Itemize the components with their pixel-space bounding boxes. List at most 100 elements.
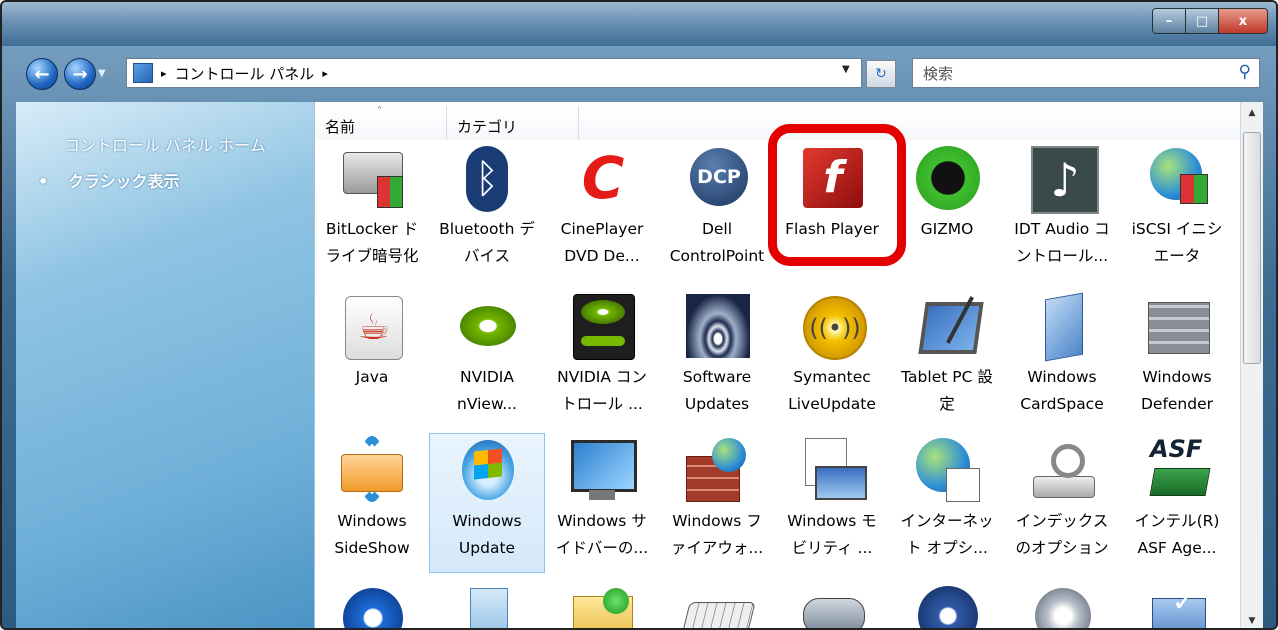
item-label-line1: Dell (701, 220, 733, 238)
recent-pages-dropdown[interactable]: ▼ (98, 68, 106, 79)
item-label-line2: DVD De... (564, 247, 640, 265)
title-bar: – □ x (2, 2, 1276, 46)
control-panel-item[interactable]: インターネット オプシ... (890, 434, 1004, 572)
control-panel-item[interactable] (430, 580, 544, 628)
control-panel-item[interactable]: BitLocker ドライブ暗号化 (315, 142, 429, 280)
control-panel-item[interactable]: NVIDIA nView... (430, 290, 544, 428)
item-label-line1: インターネッ (900, 512, 994, 530)
control-panel-item[interactable]: NVIDIA コン トロール ... (545, 290, 659, 428)
cineplayer-icon: C (581, 144, 625, 212)
classic-view-label: クラシック表示 (67, 172, 180, 191)
maximize-button[interactable]: □ (1186, 9, 1219, 33)
item-label-line2: 定 (939, 395, 955, 413)
item-label-line2: ントロール... (1015, 247, 1109, 265)
vertical-scrollbar[interactable]: ▲ ▼ (1240, 102, 1263, 628)
search-box[interactable]: 検索 ⚲ (912, 58, 1260, 88)
control-panel-item[interactable]: Windows サイドバーの... (545, 434, 659, 572)
control-panel-item[interactable] (1005, 580, 1119, 628)
back-button[interactable]: ← (26, 58, 58, 90)
control-panel-item[interactable]: DCP Dell ControlPoint (660, 142, 774, 280)
control-panel-item[interactable]: Windows ファイアウォ... (660, 434, 774, 572)
control-panel-item[interactable]: ♪ IDT Audio コントロール... (1005, 142, 1119, 280)
mobility-icon (797, 436, 867, 506)
asf-icon: ASF (1142, 436, 1212, 506)
control-panel-item[interactable]: Windows CardSpace (1005, 290, 1119, 428)
scroll-thumb[interactable] (1243, 132, 1261, 364)
address-bar[interactable]: ▸ コントロール パネル ▸ (126, 58, 862, 88)
item-label-line1: Windows (1027, 368, 1097, 386)
control-panel-item[interactable]: iSCSI イニシ エータ (1120, 142, 1234, 280)
control-panel-item[interactable] (545, 580, 659, 628)
software-updates-icon (682, 292, 752, 362)
item-label-line2: ト オプシ... (906, 539, 988, 557)
item-label-line2: Update (458, 539, 516, 557)
item-label-line2: バイス (463, 247, 511, 265)
item-label-line1: NVIDIA (460, 368, 514, 386)
control-panel-item[interactable] (890, 580, 1004, 628)
scroll-up-button[interactable]: ▲ (1241, 102, 1263, 124)
breadcrumb-control-panel[interactable]: コントロール パネル (175, 63, 315, 84)
control-panel-item[interactable] (660, 580, 774, 628)
control-panel-item[interactable]: Windows Update (429, 433, 545, 573)
column-filler (579, 106, 1241, 140)
sideshow-icon (337, 436, 407, 506)
control-panel-item[interactable]: インデックス のオプション (1005, 434, 1119, 572)
windows-update-icon (452, 436, 522, 506)
column-category[interactable]: カテゴリ (447, 106, 579, 140)
control-panel-item[interactable]: Software Updates (660, 290, 774, 428)
item-label-line2: ControlPoint (669, 247, 765, 265)
search-icon[interactable]: ⚲ (1239, 62, 1251, 82)
control-panel-item[interactable]: Windows Defender (1120, 290, 1234, 428)
control-panel-item[interactable]: ᛒ Bluetooth デバイス (430, 142, 544, 280)
item-label-line1: Windows フ (672, 512, 762, 530)
ease-of-access-icon (912, 582, 982, 628)
item-label-line2: nView... (457, 395, 517, 413)
control-panel-item[interactable]: Tablet PC 設定 (890, 290, 1004, 428)
network-icon (337, 582, 407, 628)
control-panel-item[interactable] (775, 580, 889, 628)
game-controller-icon (797, 582, 867, 628)
minimize-button[interactable]: – (1153, 9, 1186, 33)
breadcrumb-separator[interactable]: ▸ (161, 67, 167, 80)
audio-note-icon: ♪ (1027, 144, 1099, 214)
address-dropdown-icon[interactable]: ▼ (842, 64, 850, 75)
item-label-line2: Updates (684, 395, 750, 413)
gizmo-icon (912, 144, 982, 214)
control-panel-item[interactable]: ☕ Java (315, 290, 429, 428)
control-panel-item[interactable]: GIZMO (890, 142, 1004, 280)
item-label-line1: Windows (337, 512, 407, 530)
item-label-line2: ァイアウォ... (670, 539, 764, 557)
item-label-line1: BitLocker ド (325, 220, 419, 238)
item-label-line1: iSCSI イニシ (1131, 220, 1223, 238)
control-panel-item[interactable] (315, 580, 429, 628)
forward-button[interactable]: → (64, 58, 96, 90)
item-label-line1: Windows (1142, 368, 1212, 386)
control-panel-home-link[interactable]: コントロール パネル ホーム (64, 132, 266, 156)
scroll-down-button[interactable]: ▼ (1241, 610, 1263, 628)
control-panel-item[interactable]: ASF インテル(R) ASF Age... (1120, 434, 1234, 572)
column-name[interactable]: 名前 ˄ (315, 106, 447, 140)
item-label-line1: GIZMO (920, 220, 974, 238)
refresh-button[interactable]: ↻ (866, 60, 896, 88)
tablet-icon (912, 292, 984, 362)
control-panel-item[interactable]: ((•)) Symantec LiveUpdate (775, 290, 889, 428)
item-label-line1: Bluetooth デ (439, 220, 535, 238)
item-label-line1: IDT Audio コ (1014, 220, 1110, 238)
item-label-line2: のオプション (1015, 539, 1109, 557)
item-label-line2: ライブ暗号化 (325, 247, 419, 265)
item-label-line1: Windows (452, 512, 522, 530)
search-placeholder: 検索 (923, 64, 954, 83)
sound-icon (1027, 582, 1097, 628)
breadcrumb-separator-tail[interactable]: ▸ (322, 67, 328, 80)
close-button[interactable]: x (1219, 9, 1267, 33)
iscsi-globe-icon (1142, 144, 1212, 214)
item-label-line1: Symantec (793, 368, 871, 386)
control-panel-item[interactable]: ✓ (1120, 580, 1234, 628)
item-label-line2: CardSpace (1020, 395, 1104, 413)
classic-view-link[interactable]: • クラシック表示 (38, 168, 180, 192)
item-label-line2: Defender (1140, 395, 1214, 413)
control-panel-item[interactable]: Windows SideShow (315, 434, 429, 572)
control-panel-item[interactable]: Windows モビリティ ... (775, 434, 889, 572)
control-panel-item[interactable]: C CinePlayer DVD De... (545, 142, 659, 280)
nvidia-control-icon (567, 292, 637, 362)
